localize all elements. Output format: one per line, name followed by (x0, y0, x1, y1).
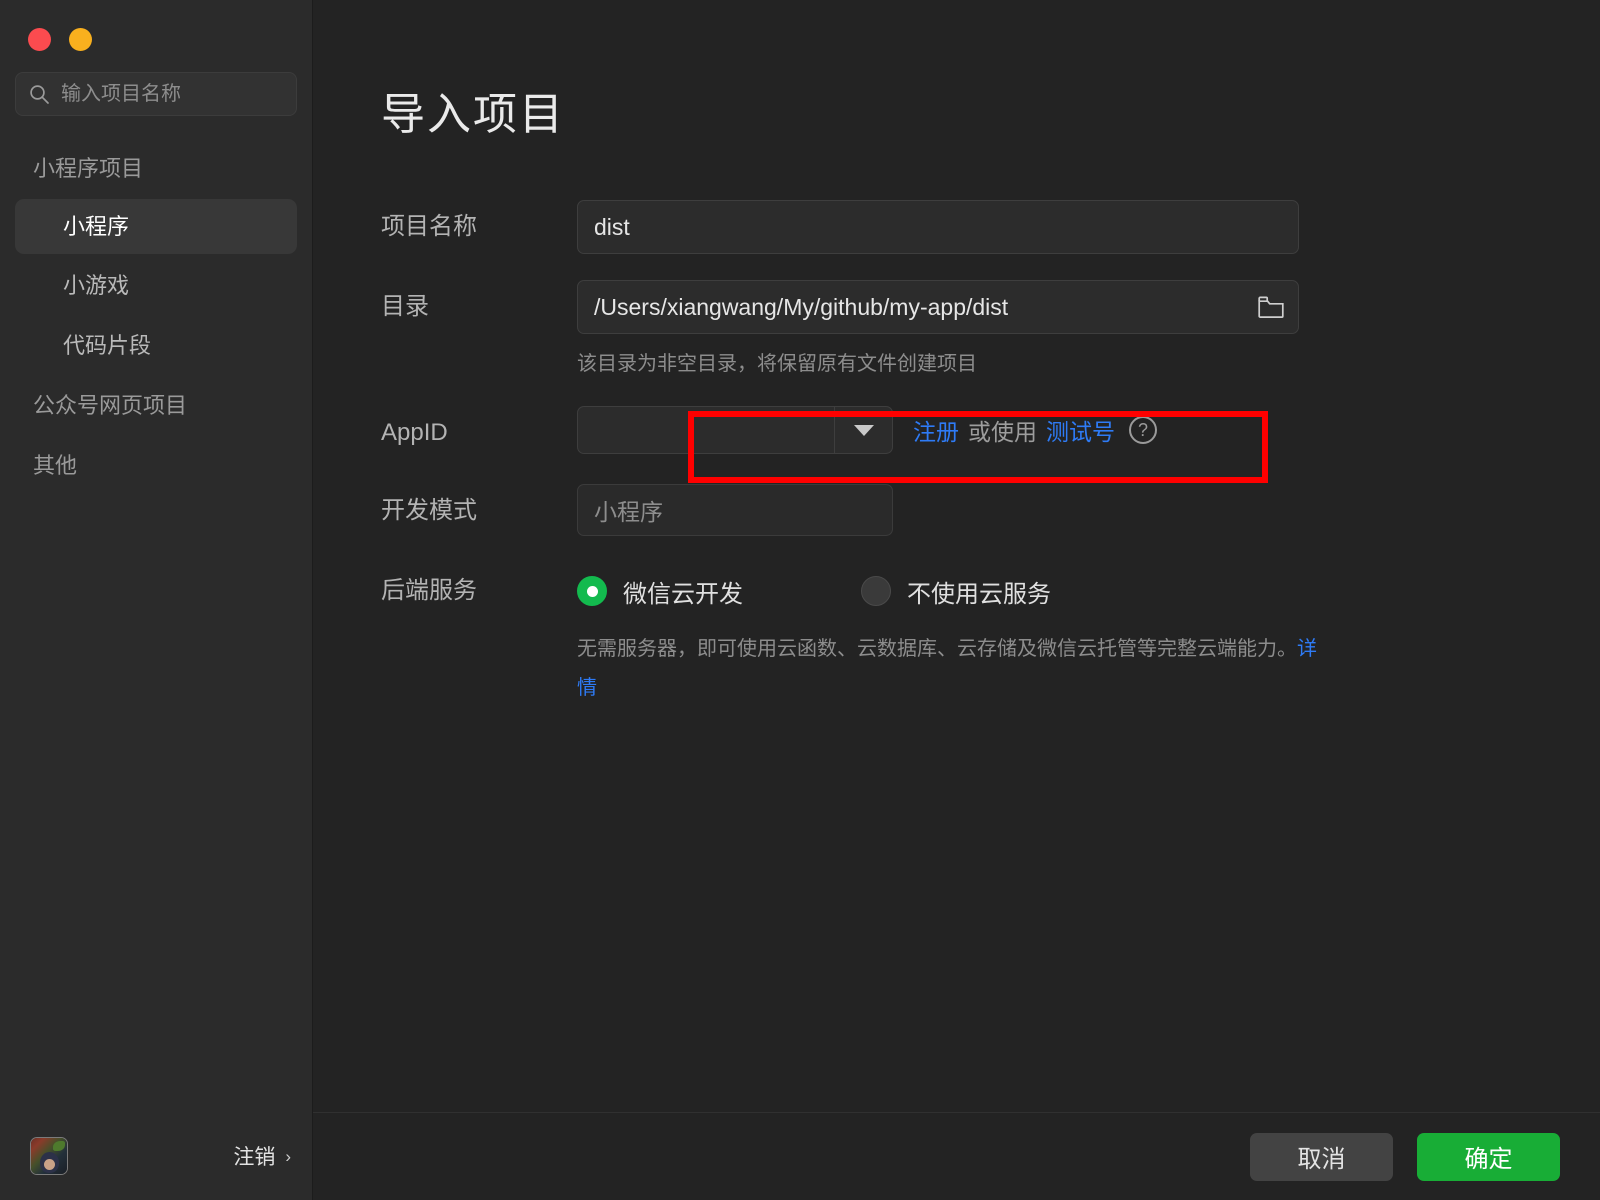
logout-button[interactable]: 注销 › (233, 1141, 291, 1171)
sidebar: 小程序项目 小程序 小游戏 代码片段 公众号网页项目 其他 注销 › (0, 0, 313, 1200)
test-appid-link[interactable]: 测试号 (1046, 413, 1115, 447)
app-window: 小程序项目 小程序 小游戏 代码片段 公众号网页项目 其他 注销 › 导入项目 (0, 0, 1600, 1200)
dev-mode-label: 开发模式 (381, 497, 477, 524)
appid-controls: 注册 或使用 测试号 ? (577, 406, 1600, 454)
dev-mode-field-wrap: 小程序 (577, 484, 1600, 536)
chevron-down-icon[interactable] (834, 407, 892, 453)
appid-links: 注册 或使用 测试号 ? (913, 413, 1157, 447)
help-icon[interactable]: ? (1129, 416, 1157, 444)
or-use-text: 或使用 (968, 419, 1037, 445)
directory-hint: 该目录为非空目录，将保留原有文件创建项目 (577, 353, 977, 375)
appid-select[interactable] (577, 406, 893, 454)
backend-description-wrap: 无需服务器，即可使用云函数、云数据库、云存储及微信云托管等完整云端能力。详情 (577, 630, 1329, 708)
avatar-face (44, 1159, 55, 1170)
appid-label: AppID (381, 419, 448, 446)
directory-input-wrap (577, 280, 1299, 334)
appid-field-wrap: 注册 或使用 测试号 ? (577, 406, 1600, 454)
project-name-label: 项目名称 (381, 213, 477, 240)
radio-selected-icon[interactable] (577, 576, 607, 606)
register-link[interactable]: 注册 (913, 413, 959, 447)
search-icon (29, 84, 50, 105)
close-window-button[interactable] (28, 27, 51, 51)
radio-no-cloud[interactable]: 不使用云服务 (861, 574, 1051, 609)
dev-mode-value: 小程序 (577, 484, 893, 536)
radio-wechat-cloud[interactable]: 微信云开发 (577, 574, 743, 609)
sidebar-group-miniprogram-projects: 小程序项目 (33, 156, 144, 181)
project-name-input[interactable] (577, 200, 1299, 254)
row-dev-mode: 开发模式 小程序 (381, 484, 1600, 538)
backend-service-field-wrap: 微信云开发 不使用云服务 无需服务器，即可使用云函数、云数据库、云存储及微信云托… (577, 564, 1600, 708)
avatar[interactable] (30, 1137, 68, 1175)
dialog-footer: 取消 确定 (313, 1112, 1600, 1200)
row-directory: 目录 该目录为非空目录，将保留原有文件创建项目 (381, 280, 1600, 380)
logout-label: 注销 (233, 1146, 276, 1169)
directory-field-wrap: 该目录为非空目录，将保留原有文件创建项目 (577, 280, 1600, 380)
sidebar-nav: 小程序项目 小程序 小游戏 代码片段 公众号网页项目 其他 (0, 146, 312, 493)
main-content: 导入项目 项目名称 目录 (313, 0, 1600, 1200)
import-project-form: 项目名称 目录 (313, 142, 1600, 708)
confirm-button[interactable]: 确定 (1417, 1132, 1560, 1181)
sidebar-item-miniprogram[interactable]: 小程序 (15, 198, 297, 255)
search-input[interactable] (61, 82, 283, 106)
directory-label: 目录 (381, 293, 429, 320)
row-appid: AppID 注册 或使用 测试号 ? (381, 406, 1600, 460)
cancel-button[interactable]: 取消 (1250, 1132, 1393, 1181)
sidebar-item-other[interactable]: 其他 (15, 438, 297, 494)
folder-icon[interactable] (1257, 295, 1285, 319)
row-project-name: 项目名称 (381, 200, 1600, 254)
minimize-window-button[interactable] (69, 27, 92, 51)
chevron-right-icon: › (285, 1146, 291, 1166)
search-container (0, 58, 312, 116)
radio-unselected-icon[interactable] (861, 576, 891, 606)
backend-service-label: 后端服务 (381, 577, 477, 604)
backend-radio-group: 微信云开发 不使用云服务 (577, 564, 1600, 618)
row-backend-service: 后端服务 微信云开发 不使用云服务 无需服务器，即可使用云函数、云数据库、云存储… (381, 564, 1600, 708)
radio-no-cloud-label: 不使用云服务 (907, 580, 1051, 608)
window-traffic-lights (0, 0, 312, 58)
search-box[interactable] (15, 72, 297, 116)
radio-wechat-cloud-label: 微信云开发 (623, 580, 743, 608)
sidebar-item-code-snippet[interactable]: 代码片段 (15, 318, 297, 374)
sidebar-footer: 注销 › (0, 1112, 313, 1200)
page-title: 导入项目 (381, 90, 565, 139)
project-name-field-wrap (577, 200, 1600, 254)
sidebar-item-official-account-web[interactable]: 公众号网页项目 (15, 378, 297, 434)
sidebar-item-minigame[interactable]: 小游戏 (15, 258, 297, 314)
directory-input[interactable] (577, 280, 1299, 334)
backend-description: 无需服务器，即可使用云函数、云数据库、云存储及微信云托管等完整云端能力。 (577, 638, 1297, 660)
